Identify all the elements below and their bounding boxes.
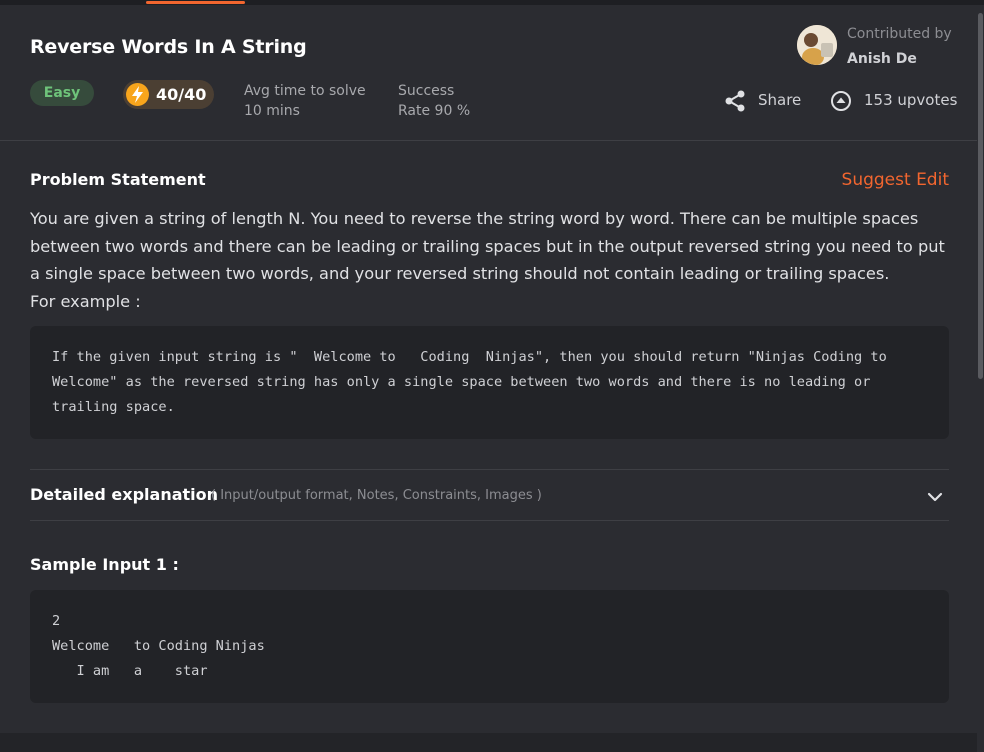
divider	[30, 520, 949, 521]
difficulty-badge: Easy	[30, 80, 94, 106]
avg-time-value: 10 mins	[244, 103, 300, 119]
active-tab-indicator	[146, 1, 245, 4]
contributor-name[interactable]: Anish De	[847, 51, 917, 67]
contributor-avatar[interactable]	[797, 25, 837, 65]
statement-body: You are given a string of length N. You …	[30, 209, 945, 283]
scrollbar-track[interactable]	[977, 5, 984, 752]
chevron-down-icon	[927, 487, 943, 506]
share-label: Share	[758, 91, 802, 109]
problem-header: Reverse Words In A String Easy 40/40 Avg…	[0, 5, 977, 141]
sample-input-code: 2 Welcome to Coding Ninjas I am a star	[30, 590, 949, 703]
example-code-block: If the given input string is " Welcome t…	[30, 326, 949, 439]
avg-time-stat: Avg time to solve 10 mins	[244, 81, 366, 121]
success-label: Success	[398, 83, 455, 99]
detailed-explanation-toggle[interactable]: Detailed explanation ( Input/output form…	[30, 470, 949, 520]
detailed-explanation-title: Detailed explanation	[30, 485, 219, 504]
avg-time-label: Avg time to solve	[244, 83, 366, 99]
scrollbar-thumb[interactable]	[978, 13, 983, 379]
points-value: 40/40	[156, 85, 207, 104]
problem-title: Reverse Words In A String	[30, 36, 307, 58]
upvote-icon	[830, 90, 852, 116]
success-value: Rate 90 %	[398, 103, 471, 119]
sample-input-heading: Sample Input 1 :	[30, 555, 179, 574]
problem-statement-heading: Problem Statement	[30, 170, 206, 189]
detailed-explanation-subtitle: ( Input/output format, Notes, Constraint…	[211, 488, 542, 503]
bottom-bar	[0, 733, 977, 752]
example-label: For example :	[30, 291, 141, 311]
upvotes-count: 153 upvotes	[864, 91, 958, 109]
suggest-edit-link[interactable]: Suggest Edit	[842, 170, 949, 190]
contributed-by-label: Contributed by	[847, 26, 952, 42]
success-rate-stat: Success Rate 90 %	[398, 81, 470, 121]
lightning-icon	[126, 83, 149, 106]
share-icon	[724, 89, 746, 117]
problem-statement-text: You are given a string of length N. You …	[30, 205, 955, 315]
points-badge: 40/40	[123, 80, 214, 109]
